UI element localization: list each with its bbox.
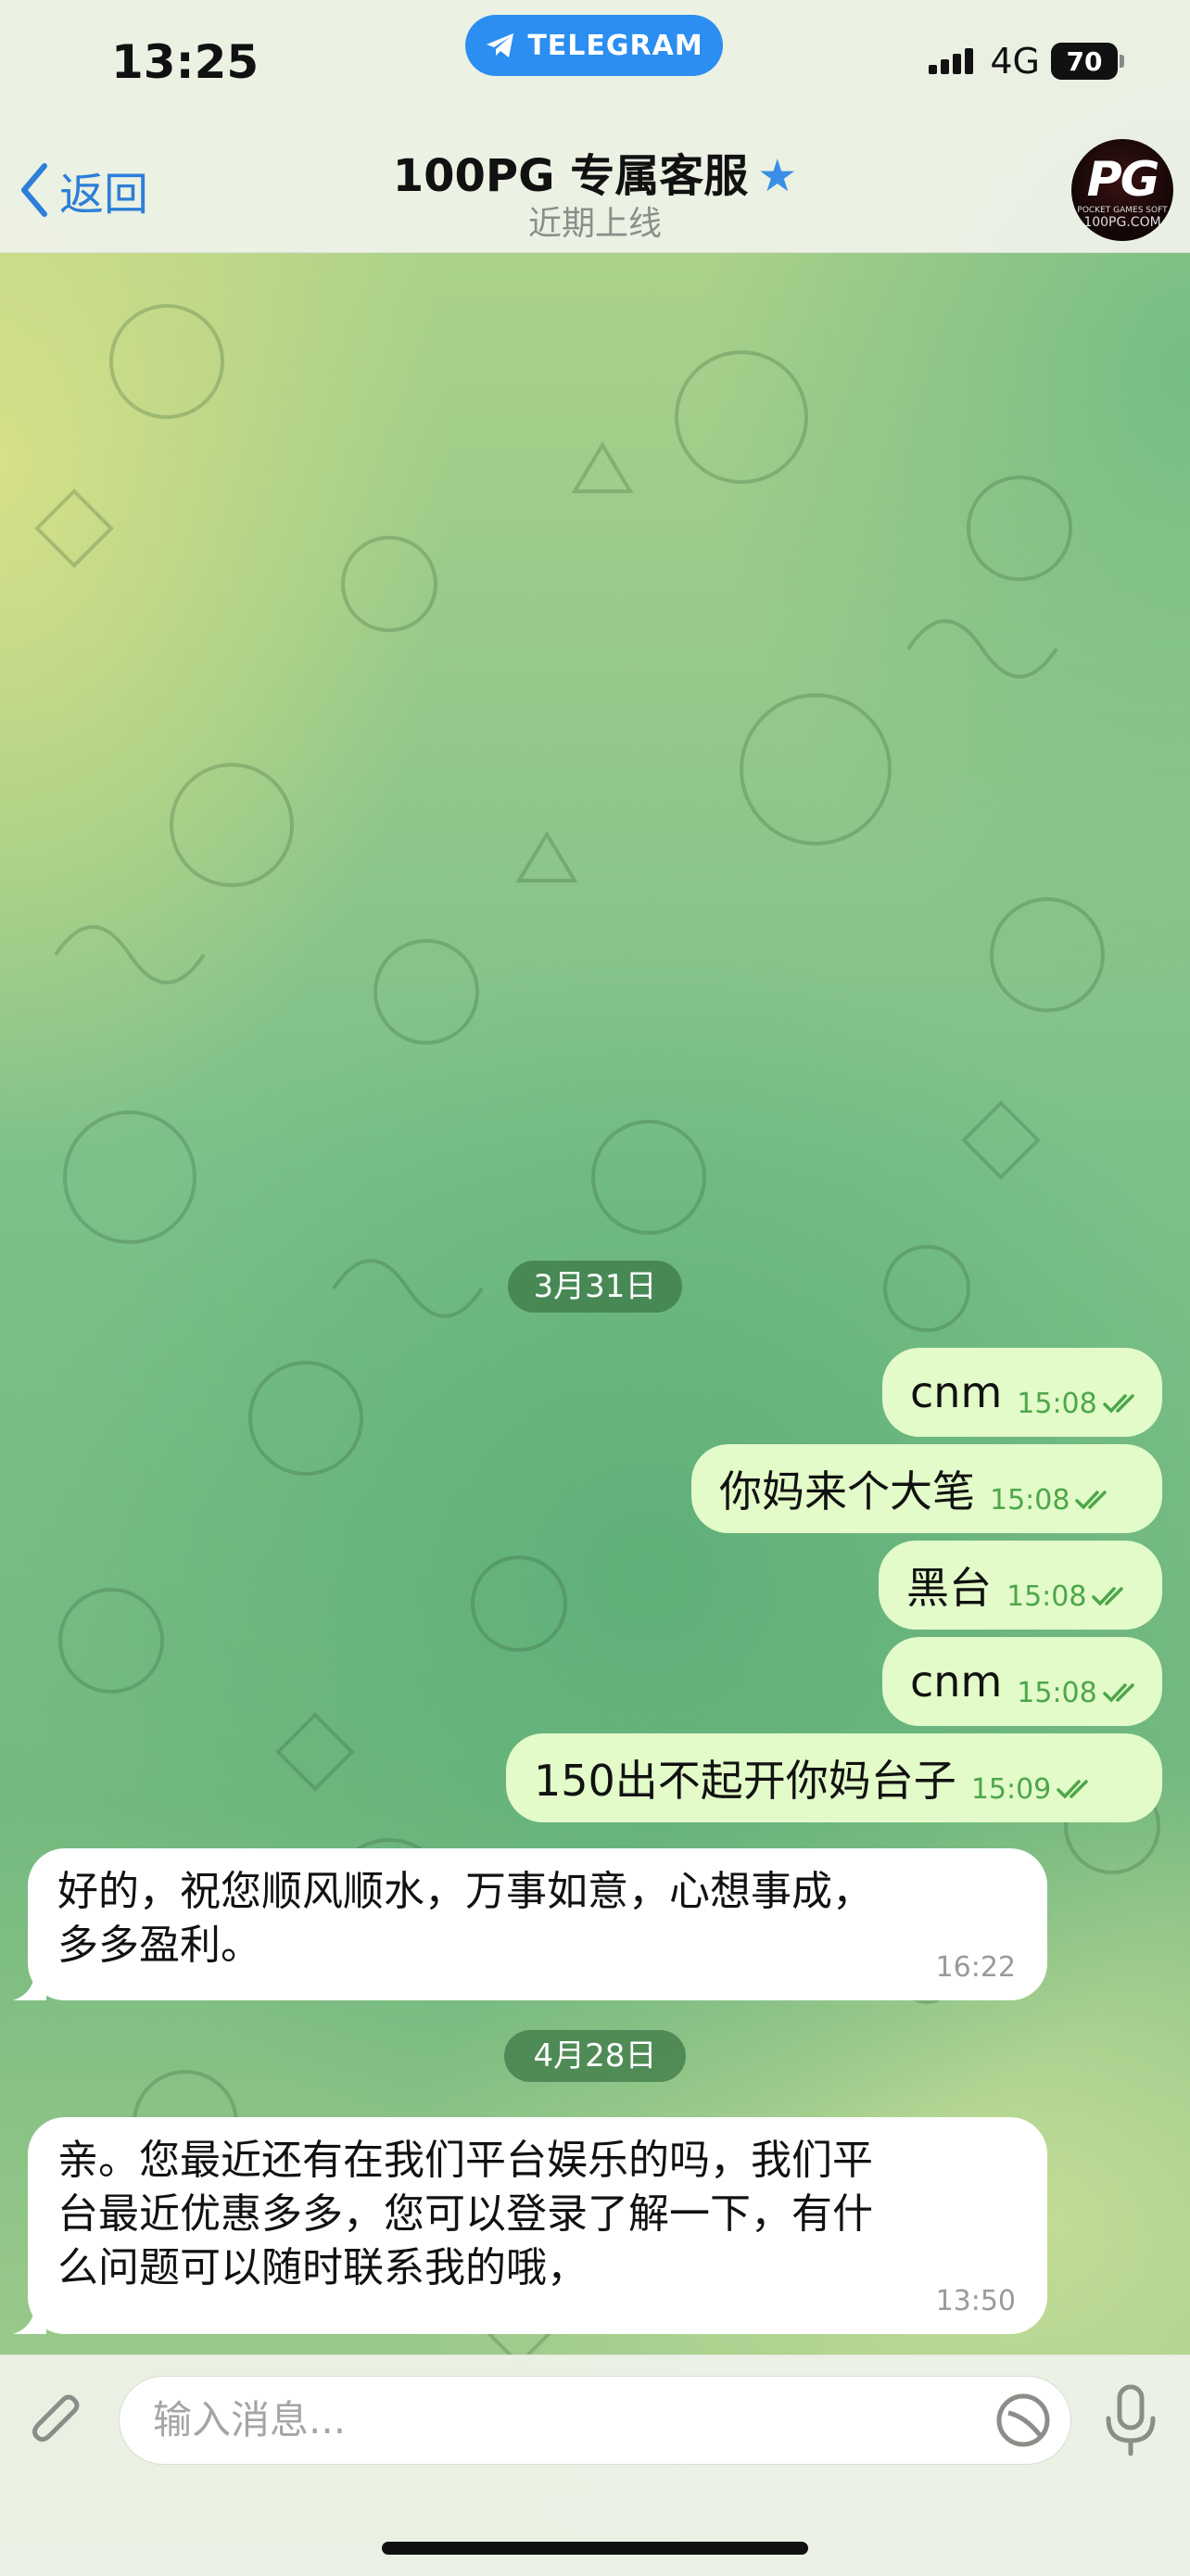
message-time: 13:50 (935, 2285, 1016, 2317)
premium-star-icon: ★ (757, 150, 798, 202)
message-meta: 15:08 (1017, 1677, 1143, 1709)
read-check-icon (1057, 1780, 1089, 1799)
message-input[interactable]: 输入消息... (119, 2376, 1071, 2465)
home-indicator[interactable] (382, 2542, 808, 2555)
message-text-line: 台最近优惠多多，您可以登录了解一下，有什 (57, 2190, 873, 2238)
date-separator: 3月31日 (508, 1261, 682, 1313)
outgoing-message[interactable]: cnm 15:08 (882, 1637, 1162, 1726)
message-meta: 15:08 (1006, 1580, 1133, 1613)
telegram-pill-label: TELEGRAM (527, 29, 703, 62)
read-check-icon (1102, 1394, 1134, 1414)
avatar[interactable]: PG POCKET GAMES SOFT 100PG.COM (1071, 139, 1173, 241)
message-time: 15:08 (1017, 1387, 1097, 1420)
message-meta: 15:08 (1017, 1388, 1143, 1420)
outgoing-message[interactable]: 150出不起开你妈台子 15:09 (506, 1733, 1162, 1822)
message-time: 15:08 (1017, 1676, 1097, 1709)
message-time: 15:08 (990, 1483, 1070, 1516)
network-label: 4G (990, 41, 1040, 82)
message-text: 你妈来个大笔 (719, 1466, 975, 1516)
avatar-logo-sub: POCKET GAMES SOFT (1077, 206, 1168, 215)
date-separator: 4月28日 (504, 2030, 686, 2082)
message-text: 黑台 (906, 1563, 992, 1613)
sticker-button[interactable] (994, 2391, 1053, 2454)
battery-level: 70 (1066, 45, 1103, 77)
message-text: cnm (910, 1656, 1003, 1707)
message-text: 150出不起开你妈台子 (534, 1756, 956, 1806)
paperclip-icon (32, 2394, 80, 2443)
outgoing-message[interactable]: 你妈来个大笔 15:08 (691, 1444, 1162, 1533)
message-meta: 15:08 (990, 1484, 1116, 1516)
voice-button[interactable] (1101, 2383, 1160, 2461)
message-text-line: 多多盈利。 (57, 1922, 261, 1969)
chat-status: 近期上线 (527, 205, 662, 243)
message-time: 16:22 (935, 1951, 1016, 1984)
message-text-line: 么问题可以随时联系我的哦， (57, 2244, 588, 2291)
avatar-logo: PG (1086, 152, 1160, 208)
chat-header: 13:25 TELEGRAM 4G 70 返回 100PG 专属客服 ★ 近期上线… (0, 0, 1190, 253)
read-check-icon (1102, 1683, 1134, 1703)
battery-icon: 70 (1051, 43, 1124, 80)
message-text: cnm (910, 1367, 1003, 1417)
outgoing-message[interactable]: cnm 15:08 (882, 1348, 1162, 1437)
read-check-icon (1092, 1587, 1124, 1606)
message-text-line: 亲。您最近还有在我们平台娱乐的吗，我们平 (57, 2137, 873, 2184)
message-text-line: 好的，祝您顺风顺水，万事如意，心想事成， (57, 1868, 873, 1915)
signal-icon (929, 48, 977, 74)
status-time: 13:25 (111, 35, 260, 89)
attach-button[interactable] (26, 2389, 91, 2457)
chat-title-block[interactable]: 100PG 专属客服 ★ (0, 139, 1190, 204)
microphone-icon (1106, 2384, 1156, 2456)
telegram-pill[interactable]: TELEGRAM (465, 15, 723, 76)
sticker-icon (996, 2393, 1050, 2447)
chat-title: 100PG 专属客服 (392, 150, 749, 202)
incoming-message[interactable]: 亲。您最近还有在我们平台娱乐的吗，我们平 台最近优惠多多，您可以登录了解一下，有… (28, 2117, 1047, 2334)
incoming-message[interactable]: 好的，祝您顺风顺水，万事如意，心想事成， 多多盈利。 16:22 (28, 1848, 1047, 2000)
telegram-icon (487, 33, 514, 57)
status-indicators: 4G 70 (929, 41, 1124, 82)
read-check-icon (1075, 1491, 1108, 1510)
message-meta: 15:09 (971, 1773, 1097, 1806)
message-time: 15:09 (970, 1772, 1052, 1806)
outgoing-message[interactable]: 黑台 15:08 (879, 1541, 1162, 1630)
message-time: 15:08 (1006, 1580, 1087, 1613)
